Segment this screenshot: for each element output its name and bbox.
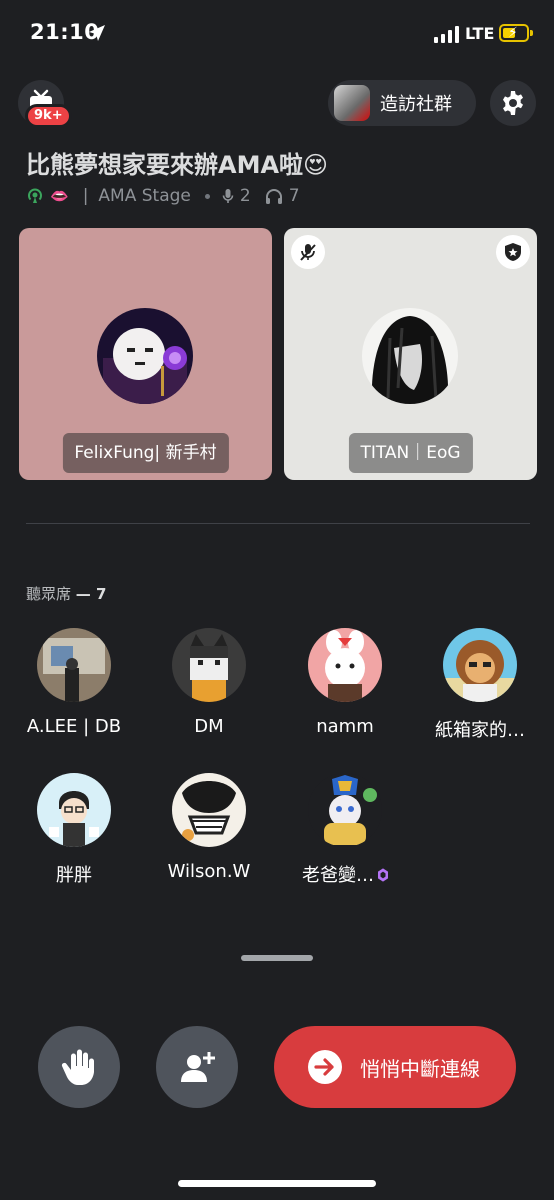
add-user-icon <box>181 1052 215 1082</box>
listener-item[interactable]: Wilson.W <box>140 773 278 882</box>
stage-category: AMA Stage <box>98 186 191 206</box>
headphones-icon <box>265 189 282 204</box>
leave-quietly-button[interactable]: 悄悄中斷連線 <box>274 1026 516 1108</box>
listener-avatar <box>308 628 382 702</box>
listener-item[interactable]: 紙箱家的… <box>411 628 549 742</box>
settings-button[interactable] <box>490 80 536 126</box>
leave-quietly-label: 悄悄中斷連線 <box>360 1056 480 1081</box>
gear-icon <box>503 91 523 115</box>
microphone-icon <box>222 189 234 203</box>
community-icon <box>334 85 370 121</box>
signal-icon <box>434 25 459 43</box>
meta-separator: | <box>82 186 89 206</box>
home-indicator[interactable] <box>178 1180 376 1187</box>
listener-name: DM <box>194 716 224 737</box>
listener-avatar <box>172 628 246 702</box>
listener-name: A.LEE | DB <box>26 716 122 737</box>
speaker-count: 2 <box>239 186 251 206</box>
meta-dot <box>204 193 210 199</box>
listener-name: namm <box>316 716 374 737</box>
listener-avatar <box>37 773 111 847</box>
audience-label: 聽眾席 <box>26 585 72 603</box>
speaker-avatar <box>97 308 193 404</box>
audience-count: 7 <box>96 585 107 603</box>
raise-hand-button[interactable] <box>38 1026 120 1108</box>
lips-emoji-icon: 👄 <box>50 187 69 205</box>
arrow-right-circle-icon <box>308 1050 342 1084</box>
section-divider <box>26 523 530 524</box>
raise-hand-icon <box>61 1049 94 1085</box>
listener-avatar <box>172 773 246 847</box>
stage-meta: 👄 | AMA Stage 2 7 <box>26 184 300 208</box>
listener-name: 胖胖 <box>56 865 92 886</box>
listener-item[interactable]: 胖胖 <box>5 773 143 887</box>
muted-microphone-icon <box>291 235 325 269</box>
speaker-name: TITAN｜EoG <box>348 433 473 473</box>
listener-count: 7 <box>288 186 300 206</box>
speaker-avatar <box>362 308 458 404</box>
invite-button[interactable] <box>156 1026 238 1108</box>
stage-title: 比熊夢想家要來辦AMA啦😍 <box>26 151 329 179</box>
speaker-card[interactable]: FelixFung| 新手村 <box>19 228 272 480</box>
moderator-shield-icon <box>496 235 530 269</box>
drawer-handle[interactable] <box>241 955 313 961</box>
listener-avatar <box>37 628 111 702</box>
visit-community-button[interactable]: 造訪社群 <box>328 80 476 126</box>
listener-name: Wilson.W <box>167 861 251 882</box>
location-arrow-icon <box>89 25 105 41</box>
notification-badge: 9k+ <box>25 104 72 128</box>
listener-name: 紙箱家的… <box>435 720 525 741</box>
listener-name-text: 老爸變… <box>302 865 374 886</box>
battery-nub <box>530 30 533 36</box>
listener-item[interactable]: DM <box>140 628 278 737</box>
speaker-name: FelixFung| 新手村 <box>62 433 229 473</box>
speaker-card[interactable]: TITAN｜EoG <box>284 228 537 480</box>
listener-item[interactable]: 老爸變… <box>276 773 414 887</box>
listener-name: 老爸變… <box>276 861 414 887</box>
listener-item[interactable]: A.LEE | DB <box>5 628 143 737</box>
stage-live-icon <box>28 188 42 203</box>
listener-avatar <box>443 628 517 702</box>
server-boost-icon <box>378 868 388 882</box>
status-bar: 21:10 LTE ⚡ <box>0 0 554 70</box>
audience-header: 聽眾席 — 7 <box>26 585 107 603</box>
visit-community-label: 造訪社群 <box>380 94 452 115</box>
network-label: LTE <box>465 24 495 43</box>
listener-item[interactable]: namm <box>276 628 414 737</box>
battery-icon: ⚡ <box>499 24 529 42</box>
listener-avatar <box>308 773 382 847</box>
